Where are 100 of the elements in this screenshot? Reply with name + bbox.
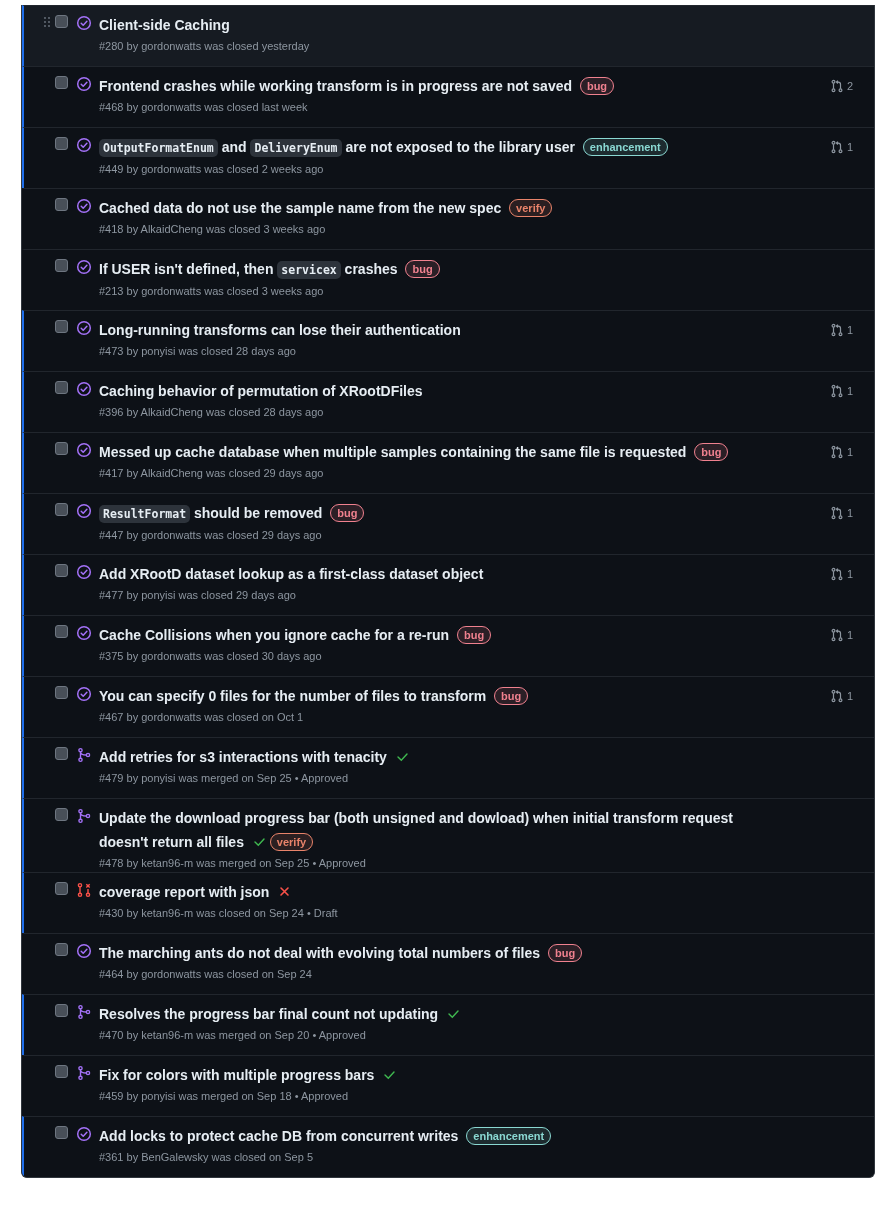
issue-meta: #280 by gordonwatts was closed yesterday — [99, 39, 311, 54]
checkbox[interactable] — [55, 1004, 68, 1017]
linked-pr-count[interactable]: 1 — [847, 385, 854, 397]
merged-icon — [76, 1004, 92, 1020]
checkbox[interactable] — [55, 1065, 68, 1078]
checkbox[interactable] — [55, 76, 68, 89]
issue-title[interactable]: Client-side Caching — [99, 13, 739, 37]
pull-request-icon[interactable] — [830, 567, 844, 581]
issue-title[interactable]: Messed up cache database when multiple samples containing the same file is requested bug — [99, 440, 739, 464]
issue-row[interactable]: OutputFormatEnum and DeliveryEnum are not exposed to the library user enhancement #449 by gordonwatts was closed 2 weeks ago 1 — [22, 127, 874, 188]
checkbox[interactable] — [55, 381, 68, 394]
issue-row[interactable]: Frontend crashes while working transform is in progress are not saved bug #468 by gordonwatts was closed last week 2 — [22, 66, 874, 127]
issue-row[interactable]: Messed up cache database when multiple samples containing the same file is requested bug #417 by AlkaidCheng was closed 29 days ago 1 — [22, 432, 874, 493]
issue-row[interactable]: Cache Collisions when you ignore cache for a re-run bug #375 by gordonwatts was closed 30 days ago 1 — [22, 615, 874, 676]
checkbox[interactable] — [55, 808, 68, 821]
issue-row[interactable]: Client-side Caching #280 by gordonwatts was closed yesterday — [22, 5, 874, 66]
issue-title[interactable]: Add retries for s3 interactions with tenacity — [99, 745, 739, 769]
issue-title[interactable]: Cached data do not use the sample name from the new spec verify — [99, 196, 739, 220]
label-tag[interactable]: enhancement — [466, 1127, 552, 1145]
label-tag[interactable]: bug — [494, 687, 529, 705]
pull-request-icon[interactable] — [830, 323, 844, 337]
issue-title[interactable]: Cache Collisions when you ignore cache for a re-run bug — [99, 623, 739, 647]
check-icon[interactable] — [447, 1007, 461, 1020]
linked-pr-count[interactable]: 1 — [847, 141, 854, 153]
checkbox[interactable] — [55, 747, 68, 760]
checkbox[interactable] — [55, 137, 68, 150]
pull-request-icon[interactable] — [830, 628, 844, 642]
issue-row[interactable]: Add retries for s3 interactions with tenacity #479 by ponyisi was merged on Sep 25 • Approved — [22, 737, 874, 798]
label-tag[interactable]: bug — [579, 77, 615, 95]
pull-request-icon[interactable] — [830, 79, 844, 93]
issue-row[interactable]: You can specify 0 files for the number of files to transform bug #467 by gordonwatts was closed on Oct 1 1 — [22, 676, 874, 737]
checkbox[interactable] — [55, 882, 68, 895]
linked-pr-count[interactable]: 1 — [847, 507, 854, 519]
linked-pr-count[interactable]: 1 — [847, 629, 854, 641]
pull-request-icon[interactable] — [830, 140, 844, 154]
checkbox[interactable] — [55, 15, 68, 28]
issue-title[interactable]: Add locks to protect cache DB from concurrent writes enhancement — [99, 1124, 739, 1148]
issue-row[interactable]: coverage report with json #430 by ketan96-m was closed on Sep 24 • Draft — [22, 872, 874, 933]
checkbox[interactable] — [55, 1126, 68, 1139]
issue-row[interactable]: Update the download progress bar (both unsigned and dowload) when initial transform request doesn't return all files verify #478 by ketan96-m was merged on Sep 25 • Approved — [22, 798, 874, 872]
linked-pr-count[interactable]: 1 — [847, 690, 854, 702]
issue-title[interactable]: Fix for colors with multiple progress bars — [99, 1063, 739, 1087]
checkbox[interactable] — [55, 503, 68, 516]
issue-row[interactable]: Add XRootD dataset lookup as a first-class dataset object #477 by ponyisi was closed 29 days ago 1 — [22, 554, 874, 615]
linked-pr-count[interactable]: 1 — [847, 568, 854, 580]
issue-row[interactable]: Caching behavior of permutation of XRootDFiles #396 by AlkaidCheng was closed 28 days ago 1 — [22, 371, 874, 432]
check-icon[interactable] — [383, 1068, 397, 1081]
issue-row[interactable]: ResultFormat should be removed bug #447 by gordonwatts was closed 29 days ago 1 — [22, 493, 874, 554]
issue-title[interactable]: If USER isn't defined, then servicex crashes bug — [99, 257, 739, 282]
label-tag[interactable]: bug — [405, 260, 440, 278]
issue-title[interactable]: Long-running transforms can lose their authentication — [99, 318, 739, 342]
checkbox[interactable] — [55, 259, 68, 272]
pull-request-icon[interactable] — [830, 445, 844, 459]
issue-title[interactable]: coverage report with json — [99, 880, 739, 904]
check-icon[interactable] — [252, 835, 266, 848]
issue-meta: #464 by gordonwatts was closed on Sep 24 — [99, 967, 313, 982]
closed-issue-icon — [76, 625, 92, 641]
label-tag[interactable]: bug — [547, 944, 583, 962]
linked-pr-count[interactable]: 1 — [847, 446, 854, 458]
label-tag[interactable]: bug — [456, 626, 492, 644]
issue-title[interactable]: ResultFormat should be removed bug — [99, 501, 739, 526]
linked-pr-count[interactable]: 2 — [847, 80, 854, 92]
issue-meta: #213 by gordonwatts was closed 3 weeks ago — [99, 284, 325, 299]
issue-meta: #418 by AlkaidCheng was closed 3 weeks ago — [99, 222, 327, 237]
issue-row[interactable]: Add locks to protect cache DB from concurrent writes enhancement #361 by BenGalewsky was closed on Sep 5 — [22, 1116, 874, 1177]
pull-request-icon[interactable] — [830, 384, 844, 398]
closed-issue-icon — [76, 137, 92, 153]
label-tag[interactable]: verify — [509, 199, 553, 217]
closed-issue-icon — [76, 15, 92, 31]
checkbox[interactable] — [55, 442, 68, 455]
issue-title[interactable]: You can specify 0 files for the number of files to transform bug — [99, 684, 739, 708]
cross-icon[interactable] — [278, 885, 292, 898]
issue-row[interactable]: Long-running transforms can lose their authentication #473 by ponyisi was closed 28 days ago 1 — [22, 310, 874, 371]
checkbox[interactable] — [55, 686, 68, 699]
drag-handle-icon[interactable] — [44, 16, 50, 27]
linked-pr-count[interactable]: 1 — [847, 324, 854, 336]
issue-title[interactable]: Add XRootD dataset lookup as a first-class dataset object — [99, 562, 739, 586]
pull-request-icon[interactable] — [830, 506, 844, 520]
issue-title[interactable]: OutputFormatEnum and DeliveryEnum are not exposed to the library user enhancement — [99, 135, 739, 160]
issue-meta: #470 by ketan96-m was merged on Sep 20 • Approved — [99, 1028, 367, 1043]
issue-title[interactable]: Resolves the progress bar final count not updating — [99, 1002, 739, 1026]
issue-meta: #468 by gordonwatts was closed last week — [99, 100, 309, 115]
label-tag[interactable]: bug — [330, 504, 365, 522]
issue-title[interactable]: Frontend crashes while working transform is in progress are not saved bug — [99, 74, 739, 98]
checkbox[interactable] — [55, 564, 68, 577]
checkbox[interactable] — [55, 943, 68, 956]
closed-issue-icon — [76, 686, 92, 702]
label-tag[interactable]: enhancement — [582, 138, 668, 156]
checkbox[interactable] — [55, 625, 68, 638]
issue-title[interactable]: Update the download progress bar (both unsigned and dowload) when initial transform request doesn't return all files verify — [99, 806, 739, 854]
check-icon[interactable] — [395, 750, 409, 763]
issue-title[interactable]: Caching behavior of permutation of XRootDFiles — [99, 379, 739, 403]
pull-request-icon[interactable] — [830, 689, 844, 703]
checkbox[interactable] — [55, 198, 68, 211]
label-tag[interactable]: bug — [694, 443, 729, 461]
closed-issue-icon — [76, 943, 92, 959]
issue-title[interactable]: The marching ants do not deal with evolving total numbers of files bug — [99, 941, 739, 965]
issue-row[interactable]: Resolves the progress bar final count not updating #470 by ketan96-m was merged on Sep 20 • Approved — [22, 994, 874, 1055]
checkbox[interactable] — [55, 320, 68, 333]
label-tag[interactable]: verify — [269, 833, 314, 851]
